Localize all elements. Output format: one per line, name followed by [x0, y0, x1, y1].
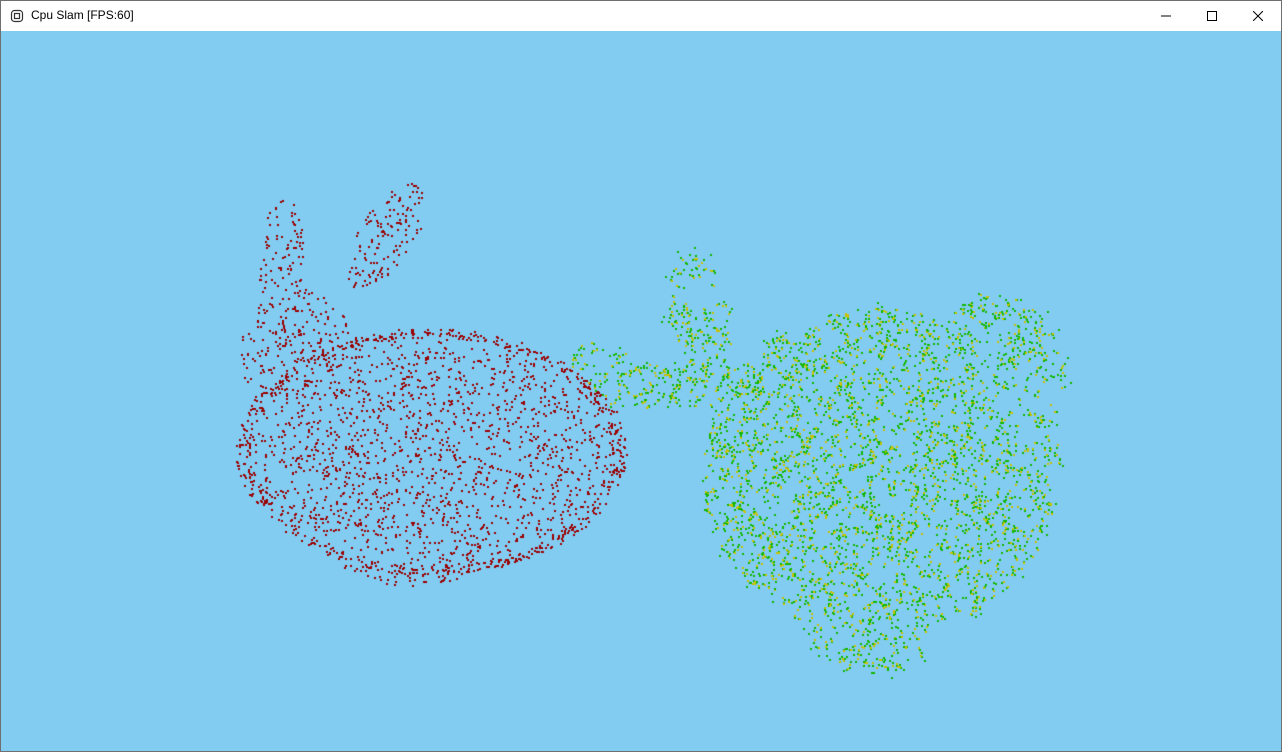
- app-icon: [10, 9, 24, 23]
- maximize-icon: [1207, 11, 1217, 21]
- window-title: Cpu Slam [FPS:60]: [31, 8, 134, 22]
- minimize-button[interactable]: [1143, 1, 1189, 31]
- minimize-icon: [1161, 15, 1171, 17]
- maximize-button[interactable]: [1189, 1, 1235, 31]
- app-window: Cpu Slam [FPS:60]: [0, 0, 1282, 752]
- title-bar[interactable]: Cpu Slam [FPS:60]: [1, 1, 1281, 31]
- render-viewport[interactable]: [1, 31, 1281, 751]
- point-cloud-canvas[interactable]: [1, 31, 1281, 751]
- close-button[interactable]: [1235, 1, 1281, 31]
- close-icon: [1253, 11, 1263, 21]
